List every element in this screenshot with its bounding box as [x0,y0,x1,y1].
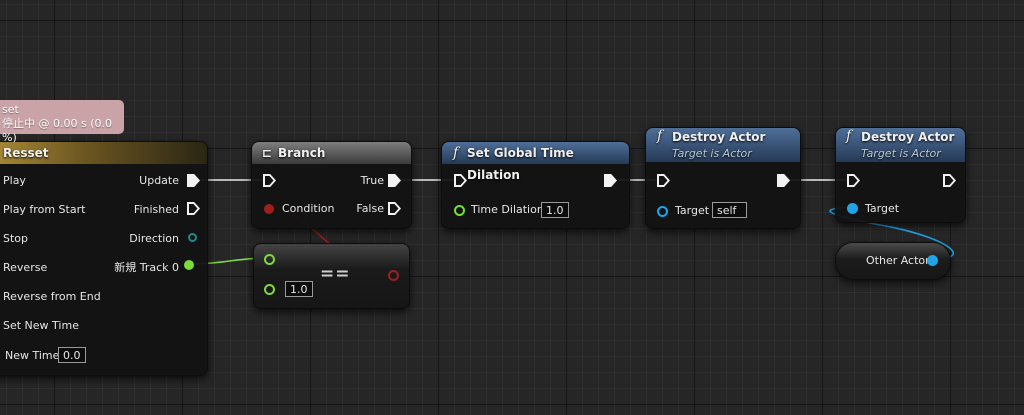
timeline-comment[interactable]: set 停止中 @ 0.00 s (0.0 %) [0,100,124,144]
destroy-actor-1-exec-in-pin[interactable] [657,174,670,187]
output-direction-label: Direction [129,232,179,245]
other-actor-output-pin[interactable] [927,255,938,266]
destroy-actor-2-header[interactable]: f Destroy Actor Target is Actor [836,128,965,162]
time-dilation-param-label: Time Dilation [471,203,544,216]
destroy-actor-1-title: Destroy Actor [672,130,766,144]
equal-output-bool-pin[interactable] [388,270,399,281]
destroy-actor-1-target-field[interactable]: self [712,202,747,218]
set-global-time-dilation-node[interactable]: f Set Global Time Dilation Time Dilation… [441,141,630,229]
time-dilation-header[interactable]: f Set Global Time Dilation [442,142,629,182]
equal-input-b-pin[interactable] [264,284,275,295]
new-time-field[interactable]: 0.0 [58,347,86,363]
output-finished-label: Finished [133,203,179,216]
input-reverse-from-end[interactable]: Reverse from End [3,290,101,303]
function-icon: f [657,128,663,144]
destroy-actor-1-target-label: Target [675,204,710,217]
destroy-actor-1-subtitle: Target is Actor [672,147,752,160]
destroy-actor-1-exec-out-pin[interactable] [777,174,790,187]
input-stop[interactable]: Stop [3,232,28,245]
output-update-label: Update [139,174,179,187]
update-exec-pin[interactable] [187,174,200,187]
equal-value-field[interactable]: 1.0 [285,281,313,297]
condition-bool-pin[interactable] [264,204,274,214]
time-dilation-float-pin[interactable] [454,205,465,216]
destroy-actor-1-target-pin[interactable] [657,206,668,217]
finished-exec-pin[interactable] [187,202,200,215]
timeline-node-title: Resset [3,146,49,160]
equal-operator: == [320,264,351,284]
function-icon: f [453,145,459,161]
branch-exec-in-pin[interactable] [263,174,276,187]
equal-input-a-pin[interactable] [264,254,275,265]
destroy-actor-2-target-label: Target [865,202,900,215]
timeline-node-header[interactable]: Resset [0,142,207,164]
destroy-actor-2-title: Destroy Actor [861,130,955,144]
input-play[interactable]: Play [3,174,26,187]
branch-true-label: True [360,174,384,187]
time-dilation-exec-in-pin[interactable] [454,174,467,187]
input-new-time-label: New Time [5,349,60,362]
destroy-actor-node-1[interactable]: f Destroy Actor Target is Actor Target s… [645,127,801,229]
branch-false-label: False [356,202,384,215]
time-dilation-value-field[interactable]: 1.0 [541,202,569,218]
output-track-label: 新規 Track 0 [114,261,179,274]
equal-node[interactable]: 1.0 == [253,243,410,309]
track-float-pin[interactable] [184,260,194,270]
direction-pin[interactable] [188,233,197,242]
branch-node-title: Branch [278,146,326,160]
destroy-actor-2-exec-out-pin[interactable] [943,174,956,187]
comment-status: 停止中 @ 0.00 s (0.0 %) [2,117,112,144]
input-reverse[interactable]: Reverse [3,261,47,274]
branch-true-pin[interactable] [388,174,401,187]
destroy-actor-1-header[interactable]: f Destroy Actor Target is Actor [646,128,800,162]
input-set-new-time[interactable]: Set New Time [3,319,79,332]
branch-false-pin[interactable] [388,202,401,215]
timeline-node[interactable]: Resset Play Play from Start Stop Reverse… [0,141,208,376]
input-play-from-start[interactable]: Play from Start [3,203,85,216]
other-actor-label: Other Actor [866,254,930,267]
destroy-actor-2-target-pin[interactable] [847,203,858,214]
branch-icon: ⊏ [262,146,273,160]
comment-title: set [2,103,19,116]
branch-condition-label: Condition [282,202,335,215]
destroy-actor-node-2[interactable]: f Destroy Actor Target is Actor Target [835,127,966,223]
destroy-actor-2-subtitle: Target is Actor [861,147,941,160]
other-actor-node[interactable]: Other Actor [835,242,951,280]
branch-node-header[interactable]: ⊏ Branch [252,142,411,164]
function-icon: f [846,128,852,144]
destroy-actor-2-exec-in-pin[interactable] [847,174,860,187]
branch-node[interactable]: ⊏ Branch True Condition False [251,141,412,229]
